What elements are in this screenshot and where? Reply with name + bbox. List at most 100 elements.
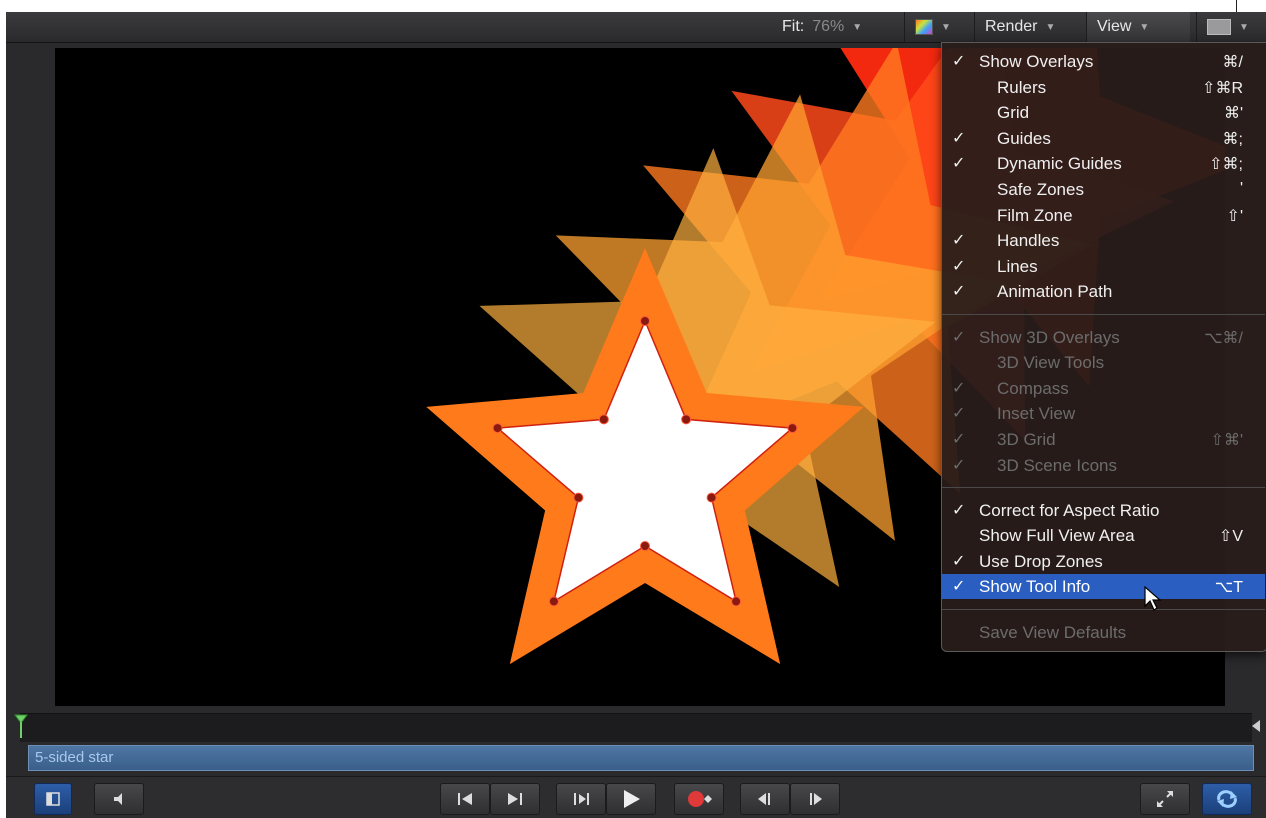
- checkmark-icon: ✓: [952, 283, 966, 301]
- go-to-end-button[interactable]: [490, 783, 540, 815]
- control-point-handle[interactable]: [548, 596, 559, 607]
- view-layout-popup[interactable]: ▼: [1196, 12, 1266, 42]
- mouse-pointer-icon: [1144, 586, 1162, 611]
- menu-item-shortcut: ⌥T: [1214, 579, 1243, 597]
- view-menu-item: ✓ Inset View: [942, 401, 1265, 426]
- view-menu-item[interactable]: ✓ Animation Path: [942, 279, 1265, 304]
- control-point-handle[interactable]: [573, 492, 584, 503]
- out-point-marker[interactable]: [1252, 720, 1260, 732]
- menu-item-label: Show Overlays: [979, 52, 1094, 71]
- canvas-toolbar: Fit: 76% ▼ ▼ Render ▼ View ▼ ▼: [6, 12, 1266, 43]
- view-menu-item[interactable]: Rulers ⇧⌘R: [942, 75, 1265, 100]
- checkmark-icon: ✓: [952, 257, 966, 275]
- view-menu-item[interactable]: ✓ Lines: [942, 254, 1265, 279]
- menu-item-label: Compass: [997, 378, 1069, 398]
- go-to-start-button[interactable]: [440, 783, 490, 815]
- audio-button[interactable]: [94, 783, 144, 815]
- menu-item-label: Film Zone: [997, 205, 1073, 225]
- menu-item-shortcut: ': [1239, 180, 1243, 197]
- view-label: View: [1097, 18, 1132, 35]
- chevron-down-icon: ▼: [1239, 21, 1249, 33]
- control-point-handle[interactable]: [492, 423, 503, 434]
- view-menu-item[interactable]: Show Full View Area ⇧V: [942, 523, 1265, 548]
- mini-timeline-ruler[interactable]: [20, 713, 1252, 742]
- checkmark-icon: ✓: [952, 552, 966, 570]
- menu-item-label: Save View Defaults: [979, 622, 1127, 642]
- fit-value: 76%: [812, 18, 845, 35]
- view-menu-item: ✓ 3D Scene Icons: [942, 453, 1265, 478]
- view-menu-item[interactable]: ✓ Dynamic Guides ⇧⌘;: [942, 151, 1265, 176]
- record-button[interactable]: [674, 783, 724, 815]
- view-menu: ✓ Show Overlays ⌘/ Rulers ⇧⌘R Grid ⌘' ✓ Guides ⌘;…: [941, 42, 1266, 652]
- chevron-down-icon: ▼: [852, 21, 863, 33]
- view-menu-item[interactable]: ✓ Use Drop Zones: [942, 549, 1265, 574]
- previous-frame-icon: [758, 793, 770, 805]
- chevron-down-icon: ▼: [941, 21, 951, 33]
- view-menu-item: ✓ Show 3D Overlays ⌥⌘/: [942, 325, 1265, 350]
- go-to-start-icon: [458, 793, 472, 805]
- playhead-icon[interactable]: [14, 714, 28, 738]
- play-icon: [624, 790, 640, 808]
- menu-separator: [942, 314, 1265, 315]
- checkmark-icon: ✓: [952, 578, 966, 596]
- next-frame-button[interactable]: [790, 783, 840, 815]
- menu-separator: [942, 487, 1265, 489]
- go-to-end-icon: [508, 793, 522, 805]
- checkmark-icon: ✓: [952, 129, 966, 147]
- menu-item-shortcut: ⇧V: [1218, 528, 1243, 546]
- menu-item-label: Grid: [997, 103, 1030, 123]
- view-menu-item[interactable]: ✓ Handles: [942, 228, 1265, 253]
- menu-item-label: Dynamic Guides: [997, 154, 1122, 174]
- menu-item-label: Rulers: [997, 77, 1047, 97]
- menu-item-label: Correct for Aspect Ratio: [979, 500, 1160, 520]
- view-menu-item[interactable]: ✓ Guides ⌘;: [942, 126, 1265, 151]
- previous-frame-button[interactable]: [740, 783, 790, 815]
- menu-item-shortcut: ⌘/: [1222, 54, 1243, 71]
- menu-item-shortcut: ⌘;: [1222, 130, 1243, 148]
- menu-item-shortcut: ⇧⌘': [1210, 431, 1243, 449]
- view-menu-item[interactable]: Safe Zones ': [942, 177, 1265, 202]
- zoom-fit-popup[interactable]: Fit: 76% ▼: [772, 12, 900, 42]
- record-icon: [688, 791, 712, 807]
- control-point-handle[interactable]: [706, 492, 717, 503]
- menu-item-label: Show Tool Info: [979, 577, 1091, 597]
- control-point-handle[interactable]: [640, 541, 650, 551]
- color-channels-popup[interactable]: ▼: [904, 12, 970, 42]
- checkmark-icon: ✓: [952, 405, 966, 423]
- canvas-mode-button[interactable]: [34, 783, 72, 815]
- control-point-handle[interactable]: [681, 414, 692, 425]
- timeline-track-bar[interactable]: 5-sided star: [28, 745, 1254, 771]
- loop-button[interactable]: [1202, 783, 1252, 815]
- menu-separator: [942, 609, 1265, 610]
- control-point-handle[interactable]: [640, 316, 650, 326]
- view-menu-item[interactable]: Film Zone ⇧': [942, 203, 1265, 228]
- menu-item-shortcut: ⇧': [1226, 207, 1243, 225]
- menu-item-shortcut: ⇧⌘;: [1209, 156, 1243, 174]
- checkmark-icon: ✓: [952, 379, 966, 397]
- render-label: Render: [985, 18, 1038, 35]
- next-frame-icon: [810, 793, 822, 805]
- render-popup[interactable]: Render ▼: [974, 12, 1080, 42]
- fit-label: Fit:: [782, 18, 805, 35]
- menu-item-label: Lines: [997, 256, 1038, 276]
- menu-item-label: 3D Grid: [997, 429, 1056, 449]
- view-menu-item: 3D View Tools: [942, 350, 1265, 375]
- control-point-handle[interactable]: [731, 596, 742, 607]
- view-menu-item[interactable]: ✓ Show Tool Info ⌥T: [942, 574, 1265, 600]
- view-menu-item: ✓ 3D Grid ⇧⌘': [942, 427, 1265, 452]
- control-point-handle[interactable]: [598, 414, 609, 425]
- menu-item-label: 3D View Tools: [997, 353, 1105, 373]
- fullscreen-icon: [1157, 791, 1173, 807]
- menu-item-label: Handles: [997, 231, 1060, 251]
- control-point-handle[interactable]: [787, 423, 798, 434]
- chevron-down-icon: ▼: [1139, 21, 1150, 33]
- view-popup[interactable]: View ▼: [1086, 12, 1190, 42]
- fullscreen-button[interactable]: [1140, 783, 1190, 815]
- play-button[interactable]: [606, 783, 656, 815]
- play-from-start-button[interactable]: [556, 783, 606, 815]
- view-menu-item[interactable]: Grid ⌘': [942, 100, 1265, 125]
- transport-bar: [6, 776, 1266, 818]
- view-menu-item[interactable]: ✓ Show Overlays ⌘/: [942, 49, 1265, 74]
- menu-item-label: 3D Scene Icons: [997, 455, 1118, 475]
- view-menu-item[interactable]: ✓ Correct for Aspect Ratio: [942, 498, 1265, 523]
